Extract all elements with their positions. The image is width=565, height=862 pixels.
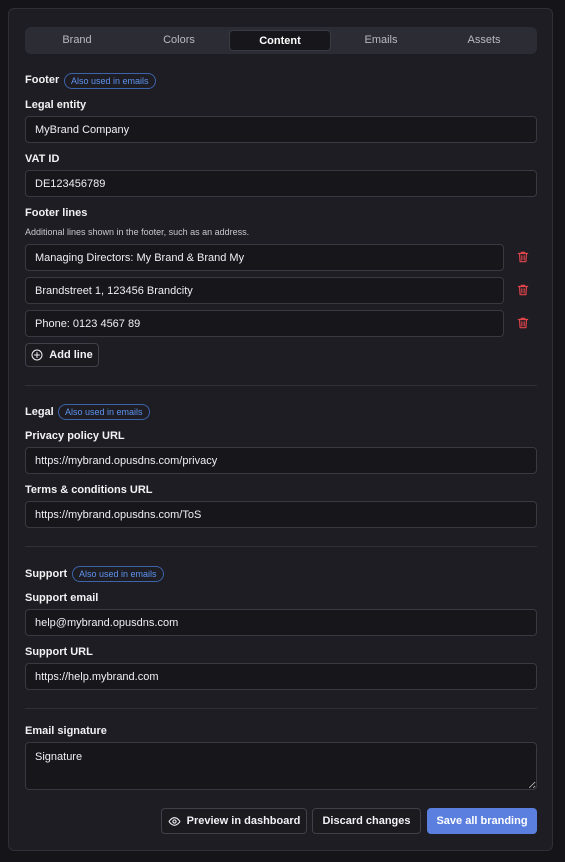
- discard-changes-label: Discard changes: [322, 815, 411, 827]
- support-email-input[interactable]: [25, 609, 537, 636]
- tab-content[interactable]: Content: [229, 30, 331, 51]
- save-all-branding-label: Save all branding: [436, 815, 528, 827]
- legal-section-title: Legal: [25, 406, 54, 418]
- email-signature-label: Email signature: [25, 725, 107, 737]
- footer-line-input[interactable]: [25, 310, 504, 337]
- terms-url-input[interactable]: [25, 501, 537, 528]
- plus-circle-icon: [31, 349, 43, 361]
- tab-colors[interactable]: Colors: [131, 30, 227, 51]
- footer-line-input[interactable]: [25, 277, 504, 304]
- section-divider: [25, 385, 537, 386]
- legal-entity-input[interactable]: [25, 116, 537, 143]
- support-section-title: Support: [25, 568, 68, 580]
- section-divider: [25, 546, 537, 547]
- vat-id-input[interactable]: [25, 170, 537, 197]
- footer-lines-label: Footer lines: [25, 207, 88, 219]
- section-divider: [25, 708, 537, 709]
- legal-email-badge: Also used in emails: [58, 404, 150, 420]
- footer-lines-help: Additional lines shown in the footer, su…: [25, 227, 250, 237]
- tab-assets[interactable]: Assets: [435, 30, 533, 51]
- trash-icon[interactable]: [516, 316, 530, 330]
- trash-icon[interactable]: [516, 283, 530, 297]
- terms-url-label: Terms & conditions URL: [25, 484, 153, 496]
- footer-line-input[interactable]: [25, 244, 504, 271]
- support-url-label: Support URL: [25, 646, 93, 658]
- support-email-badge: Also used in emails: [72, 566, 164, 582]
- preview-dashboard-button[interactable]: Preview in dashboard: [161, 808, 307, 834]
- save-all-branding-button[interactable]: Save all branding: [427, 808, 537, 834]
- discard-changes-button[interactable]: Discard changes: [312, 808, 421, 834]
- add-line-label: Add line: [49, 349, 93, 361]
- privacy-url-input[interactable]: [25, 447, 537, 474]
- tab-emails[interactable]: Emails: [333, 30, 429, 51]
- email-signature-textarea[interactable]: Signature: [25, 742, 537, 790]
- footer-section-title: Footer: [25, 74, 60, 86]
- preview-dashboard-label: Preview in dashboard: [186, 815, 301, 827]
- legal-entity-label: Legal entity: [25, 99, 87, 111]
- support-email-label: Support email: [25, 592, 99, 604]
- add-line-button[interactable]: Add line: [25, 343, 99, 367]
- eye-icon: [168, 816, 181, 826]
- branding-panel: Brand Colors Content Emails Assets Foote…: [8, 8, 553, 851]
- footer-email-badge: Also used in emails: [64, 73, 156, 89]
- support-url-input[interactable]: [25, 663, 537, 690]
- tab-bar: Brand Colors Content Emails Assets: [25, 27, 537, 54]
- tab-brand[interactable]: Brand: [29, 30, 125, 51]
- privacy-url-label: Privacy policy URL: [25, 430, 125, 442]
- vat-id-label: VAT ID: [25, 153, 60, 165]
- trash-icon[interactable]: [516, 250, 530, 264]
